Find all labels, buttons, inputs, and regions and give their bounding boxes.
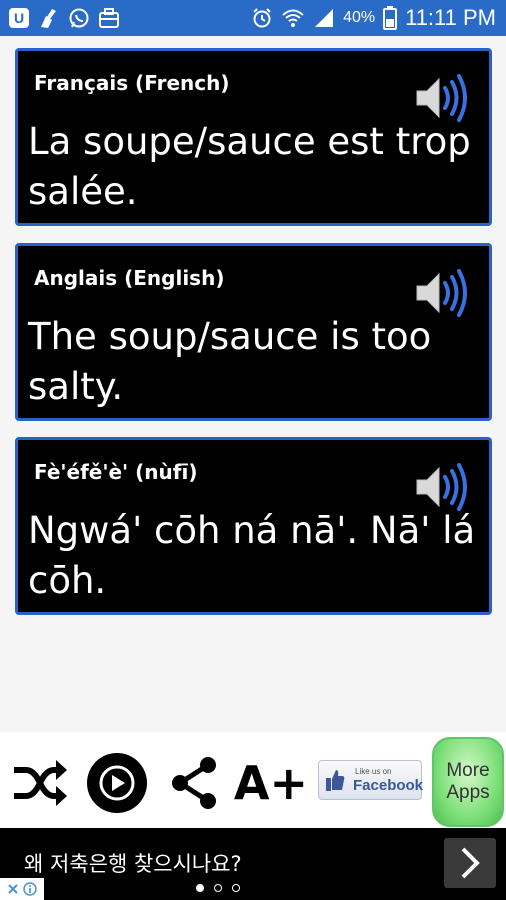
info-icon: [23, 882, 37, 896]
ad-banner[interactable]: 왜 저축은행 찾으시나요?: [0, 828, 506, 900]
play-icon: [87, 753, 147, 813]
play-button[interactable]: [84, 745, 150, 821]
language-label: Anglais (English): [34, 266, 225, 290]
thumbs-up-icon: [326, 770, 345, 791]
close-icon: [8, 884, 18, 894]
phrase-text: Ngwá' cōh ná nā'. Nā' lá cōh.: [28, 509, 476, 602]
phrase-card-nufi: Fè'éfě'è' (nùfī) Ngwá' cōh ná nā'. Nā' l…: [15, 437, 492, 615]
app-icon: U: [8, 7, 30, 29]
facebook-label: Facebook: [353, 777, 424, 794]
svg-text:U: U: [14, 10, 24, 26]
pager-dot: [214, 884, 222, 892]
broom-icon: [38, 7, 60, 29]
language-label: Fè'éfě'è' (nùfī): [34, 460, 198, 484]
status-bar: U 40% 11:11 PM: [0, 0, 506, 36]
ad-text: 왜 저축은행 찾으시나요?: [24, 852, 242, 876]
briefcase-icon: [98, 7, 120, 29]
battery-icon: [383, 6, 398, 30]
shuffle-icon: [14, 760, 67, 806]
more-apps-line1: More: [446, 760, 490, 781]
speaker-icon[interactable]: [415, 73, 471, 123]
font-size-icon: A+: [233, 756, 309, 810]
speaker-icon[interactable]: [415, 462, 471, 512]
pager-dot: [232, 884, 240, 892]
more-apps-button[interactable]: More Apps: [432, 737, 504, 827]
shuffle-button[interactable]: [10, 745, 68, 821]
whatsapp-icon: [68, 7, 90, 29]
phrase-card-english: Anglais (English) The soup/sauce is too …: [15, 243, 492, 421]
ad-choices[interactable]: [0, 878, 44, 900]
speaker-icon[interactable]: [415, 268, 471, 318]
chevron-right-icon: [461, 847, 480, 879]
more-apps-line2: Apps: [446, 782, 490, 803]
font-size-button[interactable]: A+: [233, 745, 309, 821]
facebook-like-button[interactable]: Like us on Facebook: [318, 760, 424, 800]
share-button[interactable]: [166, 745, 222, 821]
notification-icons: U: [8, 6, 120, 30]
system-status: 40% 11:11 PM: [251, 4, 496, 32]
phrase-text: La soupe/sauce est trop salée.: [28, 120, 471, 213]
alarm-icon: [253, 8, 271, 28]
language-label: Français (French): [34, 71, 230, 95]
pager-dot: [196, 884, 204, 892]
ad-pager: [196, 884, 240, 892]
share-icon: [172, 757, 216, 809]
clock: 11:11 PM: [405, 5, 496, 30]
phrase-text: The soup/sauce is too salty.: [28, 315, 432, 408]
signal-icon: [315, 9, 334, 27]
battery-percent: 40%: [343, 9, 376, 26]
facebook-small-label: Like us on: [355, 767, 392, 776]
phrase-card-french: Français (French) La soupe/sauce est tro…: [15, 48, 492, 226]
wifi-icon: [282, 9, 304, 27]
ad-next-button[interactable]: [444, 838, 496, 888]
